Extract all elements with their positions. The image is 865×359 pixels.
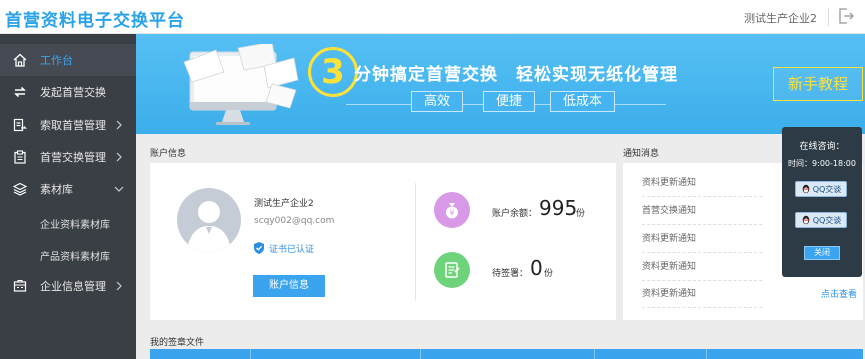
- qq-chat-button[interactable]: QQ交谈: [795, 181, 847, 197]
- signed-files-section-title: 我的签章文件: [150, 338, 205, 348]
- logout-icon[interactable]: [837, 7, 855, 25]
- sidebar-item-workbench[interactable]: 工作台: [0, 44, 136, 76]
- money-bag-icon: ¥: [434, 192, 470, 228]
- see-more-link[interactable]: 点击查看: [821, 287, 857, 300]
- beginner-tutorial-button[interactable]: 新手教程: [773, 67, 863, 101]
- consult-hours: 时间：9:00-18:00: [788, 159, 856, 168]
- svg-text:¥: ¥: [449, 209, 454, 218]
- sidebar-subitem-label: 企业资料素材库: [40, 219, 110, 231]
- pending-unit: 份: [544, 269, 554, 279]
- table-column-divider: [594, 349, 595, 359]
- sidebar-item-label: 工作台: [40, 54, 73, 67]
- table-column-divider: [420, 349, 421, 359]
- sidebar-item-request-management[interactable]: 索取首营管理: [0, 109, 136, 141]
- sidebar-item-company-info[interactable]: 企业信息管理: [0, 270, 136, 302]
- banner-tag-efficient: 高效: [411, 91, 464, 112]
- account-section-title: 账户信息: [150, 149, 187, 159]
- sidebar-item-label: 索取首营管理: [40, 119, 106, 132]
- chevron-down-icon: [114, 186, 124, 192]
- banner-number: 3: [308, 47, 358, 97]
- sidebar-item-label: 发起首营交换: [40, 86, 106, 99]
- header-divider: [828, 8, 829, 26]
- chevron-right-icon: [116, 152, 122, 162]
- notice-item[interactable]: 资料更新通知: [642, 253, 762, 281]
- clipboard-icon: [12, 149, 28, 165]
- monitor-illustration-icon: [183, 44, 299, 125]
- notice-item[interactable]: 资料更新通知: [642, 169, 762, 197]
- online-consult-panel: 在线咨询： 时间：9:00-18:00 QQ交谈 QQ交谈 关闭: [782, 127, 862, 277]
- qq-penguin-icon: [802, 184, 810, 194]
- table-column-divider: [706, 349, 707, 359]
- top-header: 首营资料电子交换平台 测试生产企业2: [0, 0, 865, 34]
- promo-banner: 3 分钟搞定首营交换 轻松实现无纸化管理 高效 便捷 低成本 新手教程: [136, 34, 865, 134]
- shield-check-icon: [254, 242, 264, 254]
- request-doc-icon: [12, 117, 28, 133]
- balance-value: 995: [539, 196, 578, 220]
- sidebar-item-exchange-management[interactable]: 首营交换管理: [0, 141, 136, 173]
- chevron-right-icon: [116, 120, 122, 130]
- certificate-status-label: 证书已认证: [269, 244, 315, 255]
- consult-title: 在线咨询：: [799, 142, 845, 152]
- account-email: scqy002@qq.com: [254, 216, 335, 226]
- banner-tag-low-cost: 低成本: [550, 91, 616, 112]
- account-name: 测试生产企业2: [254, 199, 314, 209]
- sidebar-subitem-product-materials[interactable]: 产品资料素材库: [0, 240, 136, 270]
- banner-slogan: 分钟搞定首营交换 轻松实现无纸化管理: [354, 65, 678, 85]
- sidebar-subitem-label: 产品资料素材库: [40, 251, 110, 263]
- sidebar-item-label: 素材库: [40, 183, 73, 196]
- account-info-button[interactable]: 账户信息: [253, 275, 325, 297]
- banner-tag-convenient: 便捷: [483, 91, 536, 112]
- balance-unit: 份: [576, 209, 586, 219]
- building-icon: [12, 278, 28, 294]
- app-title: 首营资料电子交换平台: [5, 11, 185, 31]
- notice-item[interactable]: 资料更新通知: [642, 280, 762, 308]
- sidebar-subitem-company-materials[interactable]: 企业资料素材库: [0, 208, 136, 238]
- pending-label: 待签署：: [492, 269, 529, 279]
- balance-label: 账户余额：: [492, 209, 538, 219]
- sidebar-item-label: 企业信息管理: [40, 280, 106, 293]
- qq-chat-label: QQ交谈: [812, 215, 842, 225]
- notice-item[interactable]: 资料更新通知: [642, 225, 762, 253]
- sidebar-item-label: 首营交换管理: [40, 151, 106, 164]
- company-name[interactable]: 测试生产企业2: [744, 10, 817, 26]
- avatar: [177, 188, 241, 252]
- exchange-icon: [12, 84, 28, 100]
- account-card-divider: [415, 183, 416, 301]
- certificate-status: 证书已认证: [253, 241, 314, 255]
- notice-item[interactable]: 首营交换通知: [642, 197, 762, 225]
- pending-value: 0: [530, 256, 543, 280]
- home-icon: [12, 52, 28, 68]
- sidebar-item-initiate-exchange[interactable]: 发起首营交换: [0, 76, 136, 108]
- qq-chat-button[interactable]: QQ交谈: [795, 212, 847, 228]
- table-column-divider: [250, 349, 251, 359]
- notice-section-title: 通知消息: [623, 149, 660, 159]
- close-button[interactable]: 关闭: [804, 246, 840, 260]
- qq-penguin-icon: [802, 215, 810, 225]
- layers-icon: [12, 181, 28, 197]
- sign-document-icon: [434, 252, 470, 288]
- qq-chat-label: QQ交谈: [812, 184, 842, 194]
- signed-files-table-header: [150, 349, 863, 359]
- chevron-right-icon: [116, 281, 122, 291]
- sidebar-item-material-library[interactable]: 素材库: [0, 173, 136, 205]
